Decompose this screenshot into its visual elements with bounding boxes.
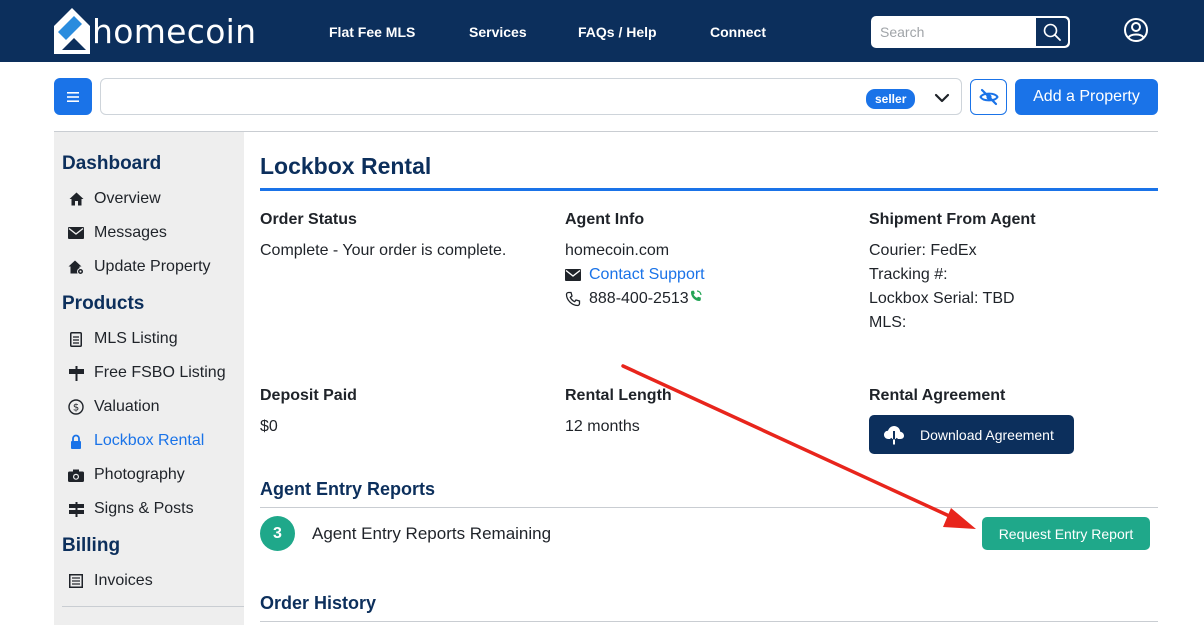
- sidebar-divider: [62, 606, 244, 607]
- sidebar-item-free-fsbo-listing[interactable]: Free FSBO Listing: [68, 362, 226, 384]
- contact-support-row: Contact Support: [565, 263, 705, 287]
- agent-info-heading: Agent Info: [565, 211, 645, 228]
- sidebar-item-update-property[interactable]: Update Property: [68, 256, 211, 278]
- rental-length-value: 12 months: [565, 418, 640, 435]
- deposit-value: $0: [260, 418, 278, 435]
- sidebar-item-signs-posts[interactable]: Signs & Posts: [68, 498, 194, 520]
- page-title: Lockbox Rental: [260, 153, 432, 179]
- contact-support-link[interactable]: Contact Support: [589, 266, 705, 284]
- sidebar-item-invoices[interactable]: Invoices: [68, 570, 153, 592]
- lock-icon: [68, 433, 84, 449]
- search-icon: [1043, 23, 1061, 41]
- nav-connect[interactable]: Connect: [710, 24, 766, 40]
- rental-length-heading: Rental Length: [565, 387, 672, 404]
- envelope-icon: [565, 269, 581, 281]
- shipment-heading: Shipment From Agent: [869, 211, 1036, 228]
- sidebar-item-messages[interactable]: Messages: [68, 222, 167, 244]
- search-box: [871, 16, 1070, 48]
- svg-text:$: $: [73, 403, 79, 414]
- search-input[interactable]: [872, 17, 1035, 47]
- sidebar: Dashboard Overview Messages Update Prope…: [54, 132, 244, 625]
- top-navbar: homecoin Flat Fee MLS Services FAQs / He…: [0, 0, 1204, 62]
- homecoin-logo[interactable]: homecoin: [54, 6, 256, 56]
- sidebar-item-label: Overview: [94, 190, 161, 207]
- sidebar-item-label: Update Property: [94, 258, 211, 275]
- entry-reports-divider: [260, 507, 1158, 508]
- sidebar-item-label: Lockbox Rental: [94, 432, 205, 449]
- sidebar-item-overview[interactable]: Overview: [68, 188, 161, 210]
- logo-mark-icon: [54, 8, 90, 54]
- shipment-tracking: Tracking #:: [869, 266, 948, 283]
- envelope-icon: [68, 225, 84, 241]
- phone-row: 888-400-2513: [565, 287, 702, 311]
- sidebar-item-lockbox-rental[interactable]: Lockbox Rental: [68, 430, 204, 452]
- home-icon: [68, 191, 84, 207]
- brand-name: homecoin: [92, 11, 257, 51]
- nav-flat-fee-mls[interactable]: Flat Fee MLS: [329, 24, 415, 40]
- download-agreement-button[interactable]: Download Agreement: [869, 415, 1074, 454]
- call-green-icon[interactable]: [690, 290, 702, 302]
- invoice-icon: [68, 573, 84, 589]
- eye-slash-icon: [978, 88, 999, 106]
- order-history-heading: Order History: [260, 593, 377, 613]
- request-entry-report-button[interactable]: Request Entry Report: [982, 517, 1150, 550]
- hamburger-icon: [67, 91, 79, 102]
- sidebar-item-label: Photography: [94, 466, 185, 483]
- house-gear-icon: [68, 259, 84, 275]
- title-underline: [260, 188, 1158, 191]
- shipment-mls: MLS:: [869, 314, 907, 331]
- order-history-divider: [260, 621, 1158, 622]
- sidebar-item-label: Valuation: [94, 398, 160, 415]
- download-agreement-label: Download Agreement: [920, 426, 1054, 443]
- remaining-reports-text: Agent Entry Reports Remaining: [312, 524, 552, 543]
- search-button[interactable]: [1035, 17, 1069, 47]
- sidebar-heading-billing: Billing: [62, 535, 121, 556]
- sidebar-item-label: MLS Listing: [94, 330, 178, 347]
- agent-company: homecoin.com: [565, 242, 670, 259]
- sidebar-item-mls-listing[interactable]: MLS Listing: [68, 328, 178, 350]
- sidebar-item-label: Free FSBO Listing: [94, 364, 226, 381]
- phone-icon: [565, 291, 581, 307]
- sidebar-item-valuation[interactable]: $ Valuation: [68, 396, 160, 418]
- sidebar-item-label: Invoices: [94, 572, 153, 589]
- add-property-button[interactable]: Add a Property: [1015, 79, 1158, 115]
- order-status-value: Complete - Your order is complete.: [260, 242, 507, 259]
- rental-agreement-heading: Rental Agreement: [869, 387, 1006, 404]
- cloud-download-icon: [884, 425, 904, 444]
- shipment-serial: Lockbox Serial: TBD: [869, 290, 1015, 307]
- dollar-circle-icon: $: [68, 399, 84, 415]
- sidebar-heading-dashboard: Dashboard: [62, 153, 162, 174]
- property-select[interactable]: seller: [100, 78, 962, 115]
- document-icon: [68, 331, 84, 347]
- sidebar-toggle-button[interactable]: [54, 78, 92, 115]
- entry-reports-heading: Agent Entry Reports: [260, 479, 436, 499]
- nav-services[interactable]: Services: [469, 24, 527, 40]
- sidebar-item-photography[interactable]: Photography: [68, 464, 185, 486]
- remaining-count-badge: 3: [260, 516, 295, 551]
- phone-number[interactable]: 888-400-2513: [589, 290, 689, 308]
- nav-faqs-help[interactable]: FAQs / Help: [578, 24, 657, 40]
- user-circle-icon: [1124, 18, 1148, 42]
- sidebar-heading-products: Products: [62, 293, 145, 314]
- sidebar-item-label: Messages: [94, 224, 167, 241]
- sidebar-item-label: Signs & Posts: [94, 500, 194, 517]
- role-badge: seller: [866, 89, 916, 109]
- signpost-icon: [68, 365, 84, 381]
- camera-icon: [68, 467, 84, 483]
- shipment-courier: Courier: FedEx: [869, 242, 977, 259]
- order-status-heading: Order Status: [260, 211, 357, 228]
- user-account-button[interactable]: [1121, 15, 1151, 45]
- signs-icon: [68, 501, 84, 517]
- deposit-heading: Deposit Paid: [260, 387, 357, 404]
- hide-property-button[interactable]: [970, 79, 1007, 115]
- chevron-down-icon: [934, 93, 950, 103]
